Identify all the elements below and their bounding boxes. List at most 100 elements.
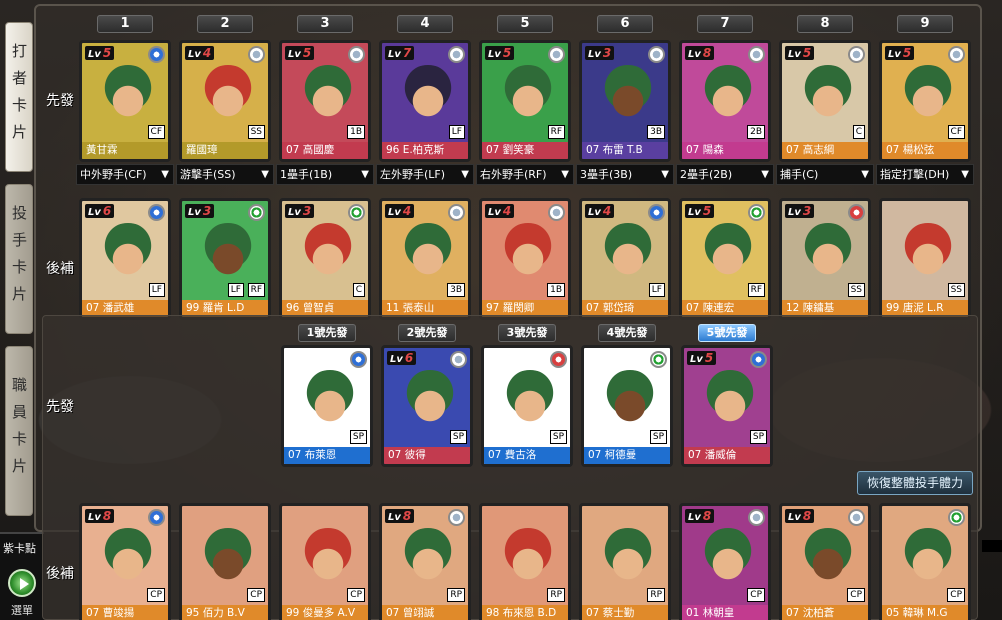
position-select[interactable]: 指定打擊(DH) — [876, 164, 974, 185]
starter-card[interactable]: Lv 5 CF 07 楊松弦 — [879, 40, 971, 162]
position-badge: SP — [749, 430, 767, 444]
batting-order-number: 2 — [197, 15, 253, 33]
pitcher-starter-card[interactable]: SP 07 柯德曼 — [581, 345, 673, 467]
medal-icon — [948, 509, 965, 526]
bench-card[interactable]: Lv 4 LF 07 郭岱琦 — [579, 198, 671, 320]
bench-card[interactable]: SS 99 唐泥 L.R — [879, 198, 971, 320]
pitcher-bench-card[interactable]: Lv 8 CP 01 林朝皇 — [679, 503, 771, 620]
batting-order-number: 6 — [597, 15, 653, 33]
position-badge: CP — [847, 588, 865, 602]
bench-card[interactable]: Lv 3 C 96 曾智貞 — [279, 198, 371, 320]
pitcher-bench-card[interactable]: RP 07 蔡士勤 — [579, 503, 671, 620]
starting-pitcher-slot: 5號先發 — [698, 324, 756, 342]
bench-card[interactable]: Lv 6 LF 07 潘武雄 — [79, 198, 171, 320]
pitcher-bench-card[interactable]: CP 05 韓琳 M.G — [879, 503, 971, 620]
starter-card[interactable]: Lv 3 3B 07 布雷 T.B — [579, 40, 671, 162]
pitcher-starter-card[interactable]: Lv 5 SP 07 潘威倫 — [681, 345, 773, 467]
starter-card[interactable]: Lv 8 2B 07 陽森 — [679, 40, 771, 162]
starter-card[interactable]: Lv 4 SS 羅國璋 — [179, 40, 271, 162]
position-select[interactable]: 2壘手(2B) — [676, 164, 774, 185]
player-portrait — [798, 65, 858, 125]
medal-icon — [648, 204, 665, 221]
position-select[interactable]: 右外野手(RF) — [476, 164, 574, 185]
position-badge: SP — [549, 430, 567, 444]
position-badge: CP — [947, 588, 965, 602]
starter-card[interactable]: Lv 5 C 07 高志綱 — [779, 40, 871, 162]
pitcher-bench-card[interactable]: CP 95 佰力 B.V — [179, 503, 271, 620]
position-select[interactable]: 3壘手(3B) — [576, 164, 674, 185]
position-select[interactable]: 中外野手(CF) — [76, 164, 174, 185]
position-select[interactable]: 游擊手(SS) — [176, 164, 274, 185]
level-badge: Lv 4 — [585, 204, 615, 218]
purple-points-label: 紫卡點 — [3, 542, 36, 555]
row-label-bench: 後補 — [46, 261, 74, 277]
medal-icon — [748, 204, 765, 221]
player-portrait — [798, 528, 858, 588]
pitcher-bench-card[interactable]: Lv 8 CP 07 沈柏蒼 — [779, 503, 871, 620]
medal-icon — [848, 509, 865, 526]
starter-card[interactable]: Lv 5 RF 07 劉笑豪 — [479, 40, 571, 162]
medal-icon — [648, 46, 665, 63]
bench-card[interactable]: Lv 3 SS 12 陳鏞基 — [779, 198, 871, 320]
medal-icon — [948, 46, 965, 63]
player-portrait — [198, 528, 258, 588]
position-select[interactable]: 1壘手(1B) — [276, 164, 374, 185]
bench-card[interactable]: Lv 3 RF LF 99 羅肯 L.D — [179, 198, 271, 320]
level-badge: Lv 5 — [685, 204, 715, 218]
player-name: 05 韓琳 M.G — [882, 605, 968, 620]
starter-card[interactable]: Lv 7 LF 96 E.柏克斯 — [379, 40, 471, 162]
medal-icon — [148, 509, 165, 526]
medal-icon — [348, 204, 365, 221]
level-badge: Lv 3 — [785, 204, 815, 218]
pitcher-starter-card[interactable]: SP 07 布萊恩 — [281, 345, 373, 467]
menu-icon[interactable] — [8, 569, 36, 597]
pitcher-bench-card[interactable]: RP 98 布來恩 B.D — [479, 503, 571, 620]
player-portrait — [300, 370, 360, 430]
medal-icon — [348, 46, 365, 63]
pitcher-bench-card[interactable]: Lv 8 CP 07 曹竣揚 — [79, 503, 171, 620]
tab-batter-cards[interactable]: 打者卡片 — [5, 22, 33, 172]
player-portrait — [798, 223, 858, 283]
pitcher-starter-card[interactable]: Lv 6 SP 07 彼得 — [381, 345, 473, 467]
level-badge: Lv 3 — [285, 204, 315, 218]
restore-stamina-button[interactable]: 恢復整體投手體力 — [857, 471, 973, 495]
position-badge: RF — [747, 283, 765, 297]
pitcher-bench-card[interactable]: CP 99 俊曼多 A.V — [279, 503, 371, 620]
starter-card[interactable]: Lv 5 1B 07 高國慶 — [279, 40, 371, 162]
player-name: 96 E.柏克斯 — [382, 142, 468, 159]
player-portrait — [700, 370, 760, 430]
player-name: 07 曾翊誠 — [382, 605, 468, 620]
level-badge: Lv 4 — [485, 204, 515, 218]
player-name: 07 布萊恩 — [284, 447, 370, 464]
edge-bar — [982, 540, 1002, 552]
position-select[interactable]: 捕手(C) — [776, 164, 874, 185]
position-badge: SP — [649, 430, 667, 444]
pitcher-starter-card[interactable]: SP 07 費古洛 — [481, 345, 573, 467]
player-portrait — [898, 223, 958, 283]
position-badge: C — [852, 125, 865, 139]
position-badge: CP — [747, 588, 765, 602]
player-portrait — [600, 370, 660, 430]
bench-card[interactable]: Lv 4 3B 11 張泰山 — [379, 198, 471, 320]
player-name: 07 陽森 — [682, 142, 768, 159]
medal-icon — [550, 351, 567, 368]
player-portrait — [400, 370, 460, 430]
level-badge: Lv 4 — [385, 204, 415, 218]
player-name: 01 林朝皇 — [682, 605, 768, 620]
bench-card[interactable]: Lv 5 RF 07 陳連宏 — [679, 198, 771, 320]
player-name: 07 高國慶 — [282, 142, 368, 159]
bench-card[interactable]: Lv 4 1B 97 羅閔卿 — [479, 198, 571, 320]
starter-card[interactable]: Lv 5 CF 黃甘霖 — [79, 40, 171, 162]
pitcher-bench-card[interactable]: Lv 8 RP 07 曾翊誠 — [379, 503, 471, 620]
player-name: 07 彼得 — [384, 447, 470, 464]
menu-label[interactable]: 選單 — [11, 602, 33, 618]
player-name: 羅國璋 — [182, 142, 268, 159]
tab-pitcher-cards[interactable]: 投手卡片 — [5, 184, 33, 334]
player-name: 07 費古洛 — [484, 447, 570, 464]
medal-icon — [148, 46, 165, 63]
position-select[interactable]: 左外野手(LF) — [376, 164, 474, 185]
tab-staff-cards[interactable]: 職員卡片 — [5, 346, 33, 516]
medal-icon — [748, 509, 765, 526]
tab-label: 投手卡片 — [10, 205, 28, 313]
medal-icon — [350, 351, 367, 368]
